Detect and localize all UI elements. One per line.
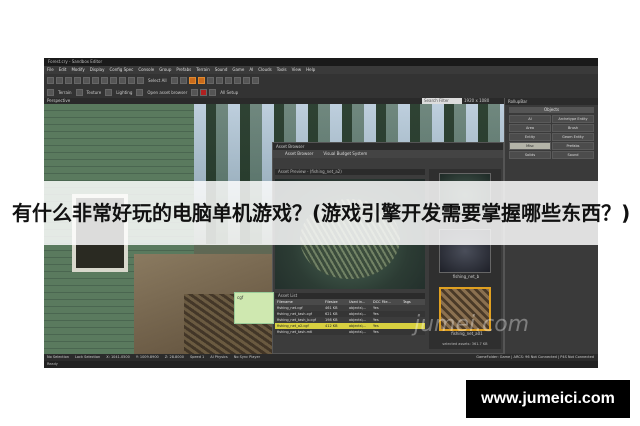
menu-clouds[interactable]: Clouds — [258, 66, 272, 74]
menu-prefabs[interactable]: Prefabs — [176, 66, 191, 74]
table-row[interactable]: fishing_net_tash.mtl objects\... Yes — [275, 329, 425, 335]
rollup-buttons: AI Archetype Entity Area Brush Entity Ge… — [509, 115, 594, 159]
asset-browser-icon[interactable] — [136, 88, 144, 96]
scale-icon[interactable] — [137, 76, 144, 84]
ai-physics-toggle[interactable]: AI Physics — [210, 354, 227, 361]
rollup-misc-button[interactable]: Misc — [509, 142, 551, 150]
ai-icon[interactable] — [251, 76, 259, 84]
link-icon[interactable] — [92, 76, 99, 84]
play-icon[interactable] — [191, 88, 199, 96]
save-icon[interactable] — [65, 76, 72, 84]
thumbnail-label: fishing_net_b — [452, 274, 480, 279]
menu-help[interactable]: Help — [306, 66, 315, 74]
lock-selection-button[interactable]: Lock Selection — [75, 354, 100, 361]
selection-size: selected assets: 361.7 KB — [442, 342, 488, 346]
title-banner-text: 有什么非常好玩的电脑单机游戏？(游戏引擎开发需要掌握哪些东西？) — [12, 201, 631, 225]
rollup-entity-button[interactable]: Entity — [509, 133, 551, 141]
asset-list: Filename Filesize Used in... DCC File...… — [275, 299, 425, 335]
asset-browser-title: Asset Browser — [273, 143, 503, 150]
select-icon[interactable] — [110, 76, 117, 84]
menu-file[interactable]: File — [47, 66, 54, 74]
coord-x: X: 1041.0500 — [106, 355, 130, 359]
rollup-brush-button[interactable]: Brush — [552, 124, 594, 132]
terrain-button[interactable]: Terrain — [56, 90, 74, 95]
menu-game[interactable]: Game — [232, 66, 244, 74]
col-tags[interactable]: Tags — [403, 299, 425, 305]
asset-browser-tabs: Asset Browser Visual Budget System — [273, 150, 503, 158]
rollup-objects-header[interactable]: Objects — [509, 107, 594, 113]
secondary-toolbar: Terrain Texture Lighting Open asset brow… — [44, 86, 598, 98]
cell-used-in: objects\... — [349, 330, 367, 334]
texture-icon[interactable] — [75, 88, 83, 96]
menu-sound[interactable]: Sound — [215, 66, 228, 74]
menu-view[interactable]: View — [292, 66, 302, 74]
axis-y-icon[interactable] — [215, 76, 223, 84]
terrain-icon[interactable] — [47, 88, 54, 96]
cell-dcc-file: Yes — [373, 330, 379, 334]
menu-console[interactable]: Console — [138, 66, 154, 74]
undo-icon[interactable] — [74, 76, 81, 84]
menu-ai[interactable]: AI — [249, 66, 253, 74]
texture-button[interactable]: Texture — [85, 90, 104, 95]
camera-icon[interactable] — [233, 76, 241, 84]
main-toolbar: Select All — [44, 74, 598, 86]
window-title: Forest.cry - Sandbox Editor — [44, 58, 598, 66]
rollup-solids-button[interactable]: Solids — [509, 151, 551, 159]
axis-z-icon[interactable] — [224, 76, 232, 84]
menu-edit[interactable]: Edit — [59, 66, 67, 74]
rollup-prefabs-button[interactable]: Prefabs — [552, 142, 594, 150]
no-sync-toggle[interactable]: No Sync Player — [234, 354, 260, 361]
speed-control[interactable]: Speed 1 — [190, 354, 204, 361]
menu-terrain[interactable]: Terrain — [196, 66, 210, 74]
rollup-area-button[interactable]: Area — [509, 124, 551, 132]
snap-icon[interactable] — [170, 76, 178, 84]
watermark: jumei.com — [414, 312, 530, 337]
rollup-ai-button[interactable]: AI — [509, 115, 551, 123]
menu-tools[interactable]: Tools — [277, 66, 287, 74]
angle-snap-icon[interactable] — [188, 76, 196, 84]
connection-status: GameFolder: Game | ARCS: 96 Not Connecte… — [476, 355, 594, 359]
menu-config-spec[interactable]: Config Spec — [109, 66, 133, 74]
move-icon[interactable] — [119, 76, 126, 84]
axis-x-icon[interactable] — [206, 76, 214, 84]
physics-icon[interactable] — [242, 76, 250, 84]
terrain-snap-icon[interactable] — [197, 76, 205, 84]
select-all-dropdown[interactable]: Select All — [146, 78, 169, 83]
site-label: www.jumeici.com — [466, 380, 630, 418]
open-icon[interactable] — [56, 76, 63, 84]
cell-filesize — [325, 329, 349, 335]
lighting-icon[interactable] — [105, 88, 113, 96]
new-icon[interactable] — [47, 76, 54, 84]
asset-preview-title: Asset Preview - (fishing_net_a2) — [275, 169, 425, 175]
stop-icon[interactable] — [209, 88, 217, 96]
menu-display[interactable]: Display — [90, 66, 105, 74]
rollup-geom-entity-button[interactable]: Geom Entity — [552, 133, 594, 141]
menu-modify[interactable]: Modify — [71, 66, 84, 74]
rollup-archetype-button[interactable]: Archetype Entity — [552, 115, 594, 123]
ready-status: Ready — [44, 361, 598, 368]
rotate-icon[interactable] — [128, 76, 135, 84]
status-bar: No Selection Lock Selection X: 1041.0500… — [44, 354, 598, 361]
coord-y: Y: 1009.8900 — [135, 355, 159, 359]
selection-status: No Selection — [47, 355, 70, 359]
menu-bar: File Edit Modify Display Config Spec Con… — [44, 66, 598, 74]
cell-filename: fishing_net_tash.mtl — [277, 330, 313, 334]
all-setup-button[interactable]: All Setup — [218, 90, 240, 95]
redo-icon[interactable] — [83, 76, 90, 84]
record-icon[interactable] — [200, 88, 208, 96]
coord-z: Z: 28.8000 — [164, 355, 184, 359]
unlink-icon[interactable] — [101, 76, 108, 84]
tab-visual-budget[interactable]: Visual Budget System — [323, 150, 367, 158]
grid-icon[interactable] — [179, 76, 187, 84]
lighting-button[interactable]: Lighting — [114, 90, 134, 95]
rollup-sound-button[interactable]: Sound — [552, 151, 594, 159]
asset-type-note: cgf — [234, 292, 274, 324]
open-asset-browser-button[interactable]: Open asset browser — [145, 90, 189, 95]
rollup-title: RollupBar — [505, 98, 598, 105]
tab-asset-browser[interactable]: Asset Browser — [285, 150, 313, 158]
menu-group[interactable]: Group — [159, 66, 171, 74]
